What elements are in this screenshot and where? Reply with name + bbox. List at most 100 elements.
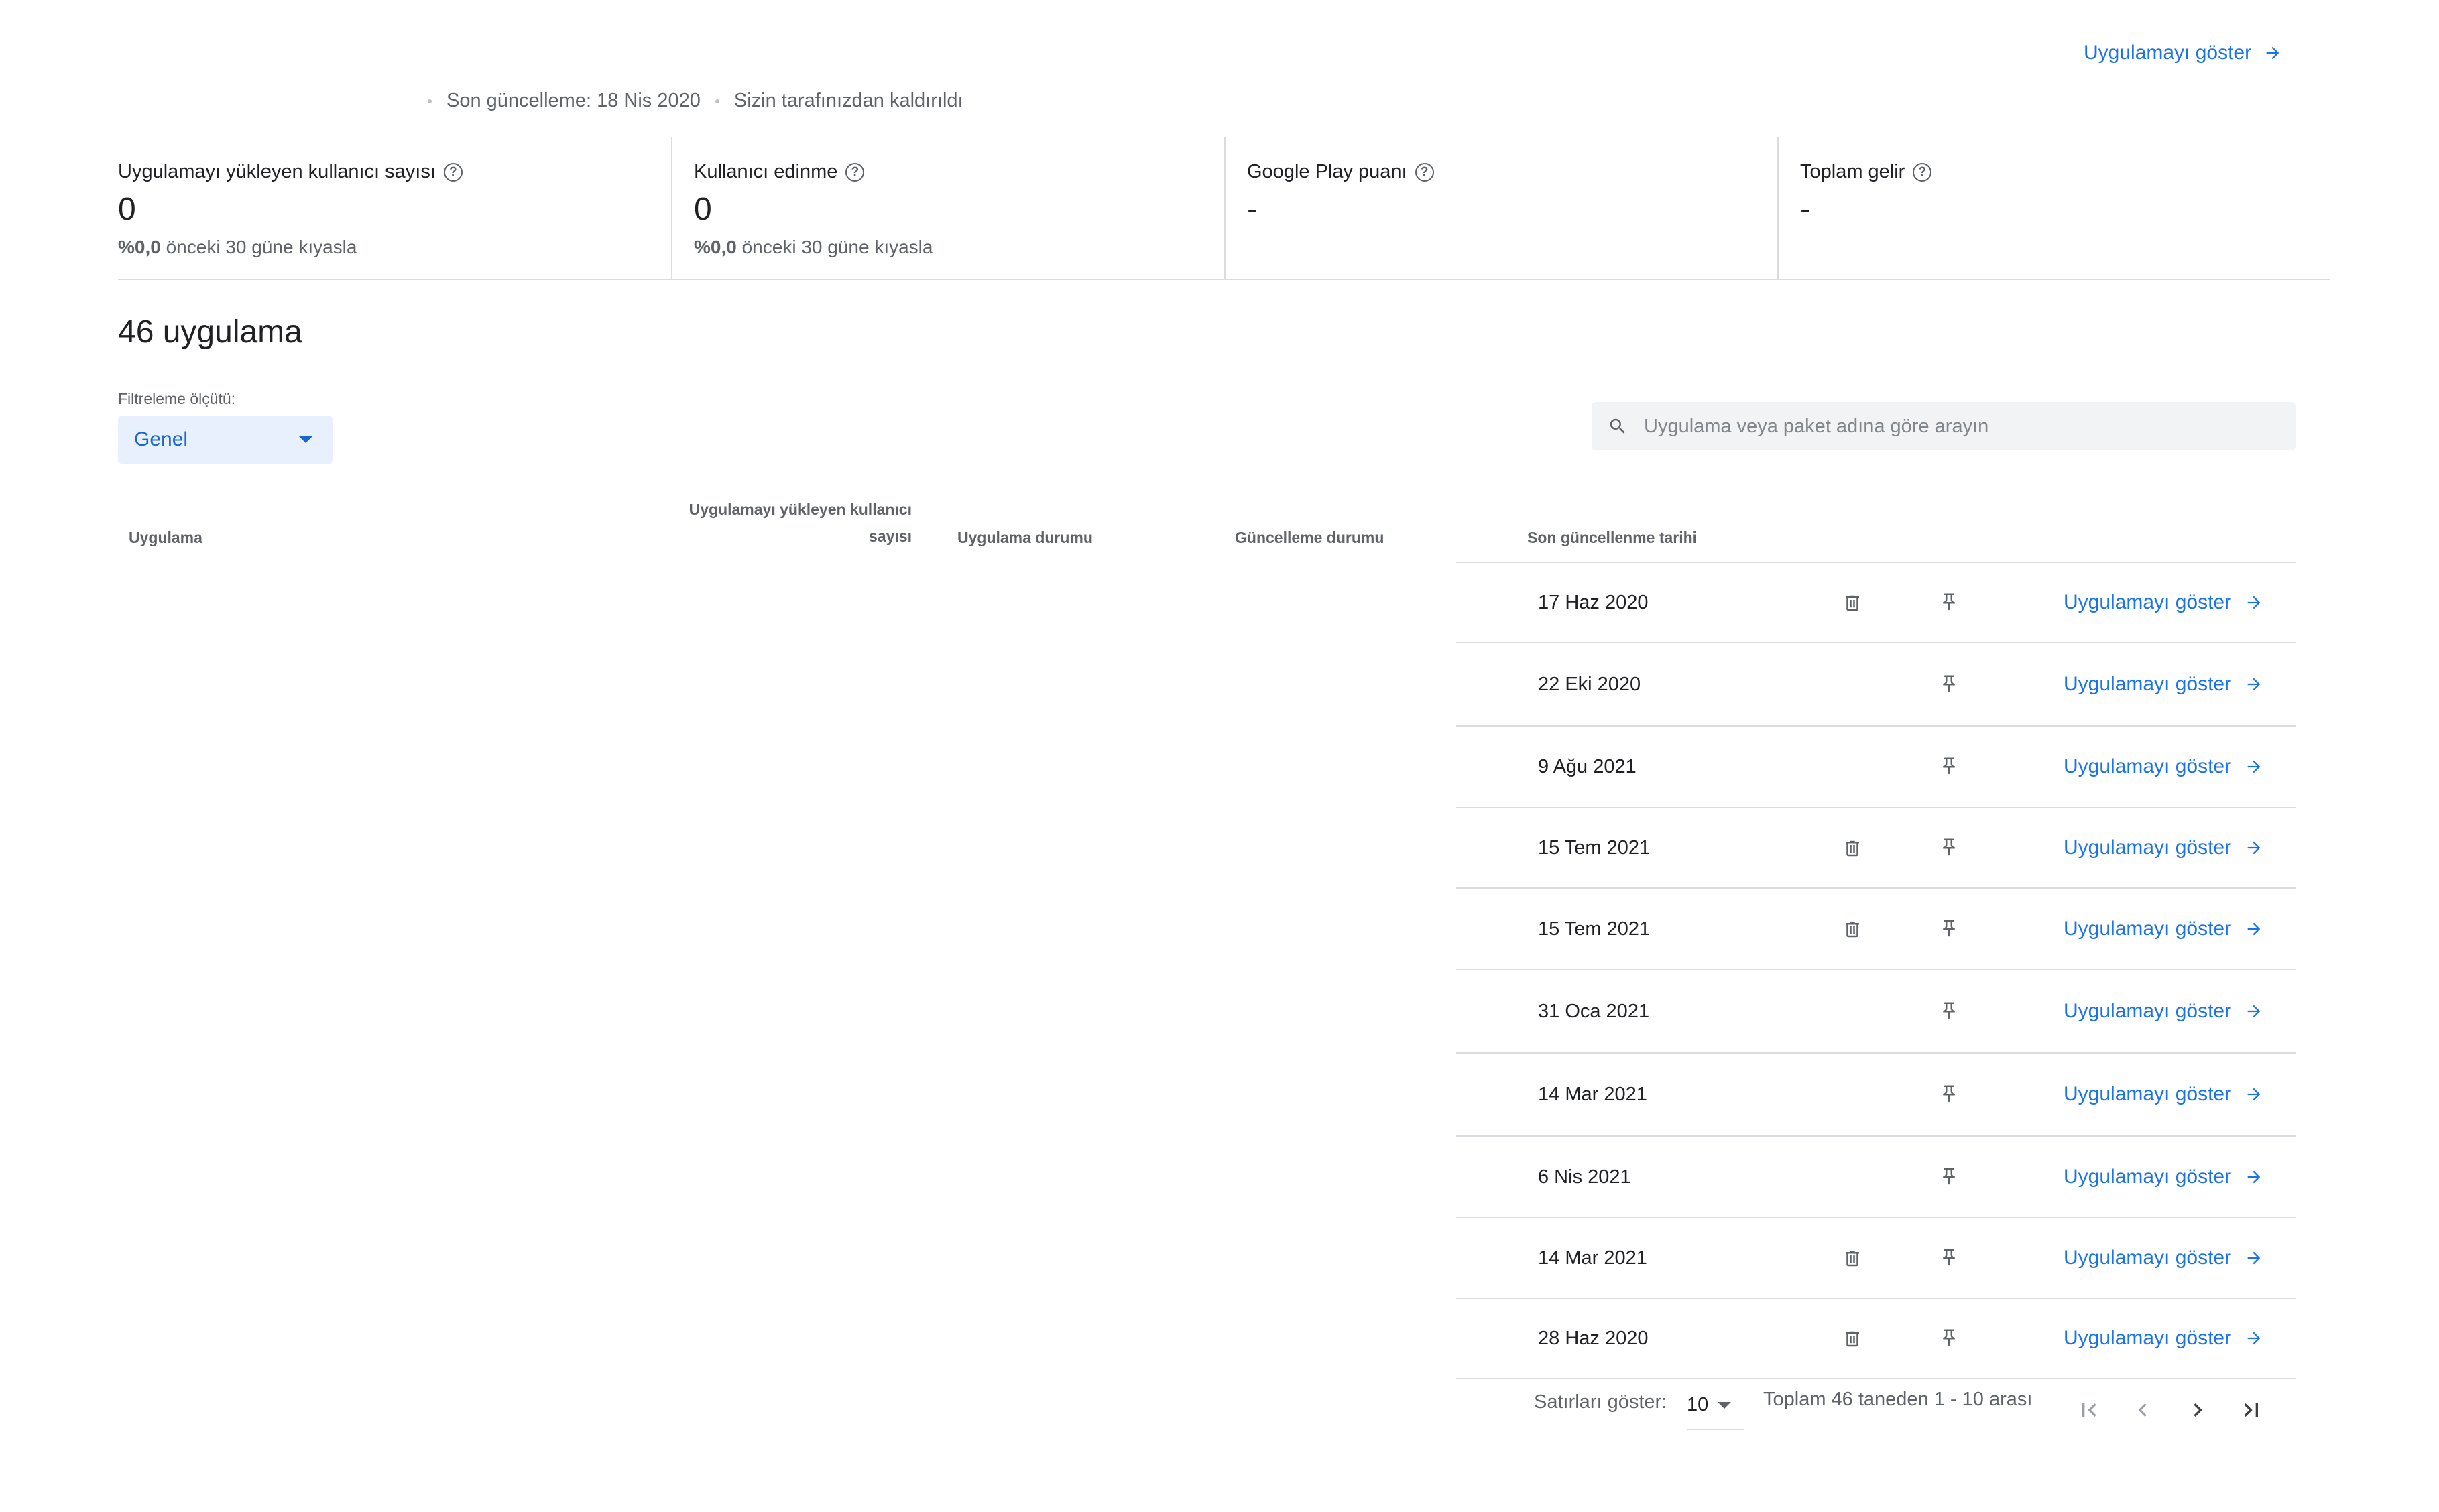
stat-title-row: Toplam gelir ? [1800,161,2330,183]
view-app-link[interactable]: Uygulamayı göster [2064,591,2263,614]
table-row[interactable]: 15 Tem 2021 Uygulamayı göster [1456,887,2296,969]
table-row[interactable]: 22 Eki 2020 Uygulamayı göster [1456,642,2296,725]
chevron-right-icon [2194,1403,2202,1417]
stat-title-row: Google Play puanı ? [1247,161,1777,183]
view-app-link[interactable]: Uygulamayı göster [2064,1247,2263,1269]
table-row[interactable]: 17 Haz 2020 Uygulamayı göster [1456,562,2296,642]
pin-icon[interactable] [1939,836,1959,861]
last-update-date: 15 Tem 2021 [1538,837,1651,859]
last-updated-text: Son güncelleme: 18 Nis 2020 [447,90,701,111]
stat-value: - [1800,192,1811,227]
view-app-link[interactable]: Uygulamayı göster [2064,673,2263,696]
last-update-date: 17 Haz 2020 [1538,592,1649,613]
apps-count-title: 46 uygulama [118,314,302,350]
stat-title-row: Kullanıcı edinme ? [694,161,1224,183]
search-input[interactable] [1643,414,2249,438]
stat-play-rating: Google Play puanı ? - [1224,137,1777,279]
stat-title: Google Play puanı [1247,161,1407,182]
trash-icon[interactable] [1842,1328,1862,1353]
search-box[interactable] [1592,402,2296,450]
stat-value: - [1247,192,1258,227]
view-app-link[interactable]: Uygulamayı göster [2064,918,2263,940]
column-header-app-status[interactable]: Uygulama durumu [957,524,1093,551]
column-header-app[interactable]: Uygulama [129,524,202,551]
view-app-link[interactable]: Uygulamayı göster [2064,1166,2263,1188]
arrow-right-icon [2266,46,2279,60]
arrow-right-icon [2245,920,2263,938]
stat-compare-text: önceki 30 güne kıyasla [741,237,933,257]
stat-title-row: Uygulamayı yükleyen kullanıcı sayısı ? [118,161,671,183]
view-app-label: Uygulamayı göster [2064,1247,2232,1269]
search-icon [1610,418,1625,434]
view-app-link[interactable]: Uygulamayı göster [2064,1327,2263,1350]
view-app-label: Uygulamayı göster [2064,591,2232,613]
last-update-date: 15 Tem 2021 [1538,918,1651,940]
stat-title: Uygulamayı yükleyen kullanıcı sayısı [118,161,436,182]
previous-page-button[interactable] [2128,1395,2157,1425]
last-page-button[interactable] [2237,1395,2266,1425]
filter-dropdown[interactable]: Genel [118,416,333,464]
column-header-last-update[interactable]: Son güncellenme tarihi [1527,524,1697,551]
table-row[interactable]: 15 Tem 2021 Uygulamayı göster [1456,807,2296,887]
table-row[interactable]: 28 Haz 2020 Uygulamayı göster [1456,1298,2296,1378]
last-update-date: 14 Mar 2021 [1538,1247,1647,1269]
view-app-link[interactable]: Uygulamayı göster [2084,42,2282,64]
arrow-right-icon [2245,675,2263,694]
column-header-installs-line1: Uygulamayı yükleyen kullanıcı [689,501,912,518]
view-app-label: Uygulamayı göster [2064,1083,2232,1105]
next-page-button[interactable] [2183,1395,2212,1425]
pin-icon[interactable] [1939,1327,1959,1352]
trash-icon[interactable] [1842,919,1862,944]
pin-icon[interactable] [1939,918,1959,942]
help-circle-icon[interactable]: ? [1913,162,1932,182]
arrow-right-icon [2245,838,2263,857]
stat-value: 0 [694,192,712,227]
arrow-right-icon [2245,757,2263,776]
column-header-update-status[interactable]: Güncelleme durumu [1235,524,1384,551]
app-meta-line: Son güncelleme: 18 Nis 2020 Sizin tarafı… [422,90,963,112]
pin-icon[interactable] [1939,1083,1959,1108]
view-app-label: Uygulamayı göster [2064,1327,2232,1349]
stats-bar: Uygulamayı yükleyen kullanıcı sayısı ? 0… [118,137,2330,280]
column-header-installs-line2: sayısı [869,527,912,545]
arrow-right-icon [2245,1329,2263,1348]
help-circle-icon[interactable]: ? [845,162,865,182]
view-app-link[interactable]: Uygulamayı göster [2064,1000,2263,1023]
rows-per-page-select[interactable]: 10 [1687,1394,1744,1430]
view-app-link[interactable]: Uygulamayı göster [2064,1083,2263,1106]
stat-delta: %0,0 [694,237,737,257]
rows-per-page-label: Satırları göster: [1534,1391,1667,1413]
first-page-icon [2082,1403,2096,1417]
last-update-date: 14 Mar 2021 [1538,1084,1647,1105]
table-row[interactable]: 31 Oca 2021 Uygulamayı göster [1456,969,2296,1052]
trash-icon[interactable] [1842,592,1862,617]
stat-total-revenue: Toplam gelir ? - [1777,137,2330,279]
view-app-label: Uygulamayı göster [2064,673,2232,695]
view-app-link[interactable]: Uygulamayı göster [2064,755,2263,778]
arrow-right-icon [2245,1249,2263,1267]
help-circle-icon[interactable]: ? [443,162,463,182]
pin-icon[interactable] [1939,1000,1959,1025]
stat-comparison: %0,0 önceki 30 güne kıyasla [694,237,1224,258]
pin-icon[interactable] [1939,591,1959,616]
first-page-button[interactable] [2074,1395,2104,1425]
trash-icon[interactable] [1842,1248,1862,1273]
stat-comparison: %0,0 önceki 30 güne kıyasla [118,237,671,258]
view-app-link[interactable]: Uygulamayı göster [2064,836,2263,859]
last-update-date: 28 Haz 2020 [1538,1328,1649,1349]
trash-icon[interactable] [1842,838,1862,863]
table-row[interactable]: 6 Nis 2021 Uygulamayı göster [1456,1135,2296,1217]
pin-icon[interactable] [1939,1247,1959,1271]
arrow-right-icon [2245,1085,2263,1104]
table-row[interactable]: 14 Mar 2021 Uygulamayı göster [1456,1217,2296,1298]
pin-icon[interactable] [1939,673,1959,698]
last-update-date: 9 Ağu 2021 [1538,756,1637,777]
last-page-icon [2244,1403,2258,1417]
pin-icon[interactable] [1939,755,1959,780]
table-row[interactable]: 9 Ağu 2021 Uygulamayı göster [1456,725,2296,807]
pin-icon[interactable] [1939,1166,1959,1190]
table-row[interactable]: 14 Mar 2021 Uygulamayı göster [1456,1052,2296,1135]
stat-value: 0 [118,192,136,227]
help-circle-icon[interactable]: ? [1415,162,1434,182]
column-header-installs[interactable]: Uygulamayı yükleyen kullanıcı sayısı [684,496,912,550]
